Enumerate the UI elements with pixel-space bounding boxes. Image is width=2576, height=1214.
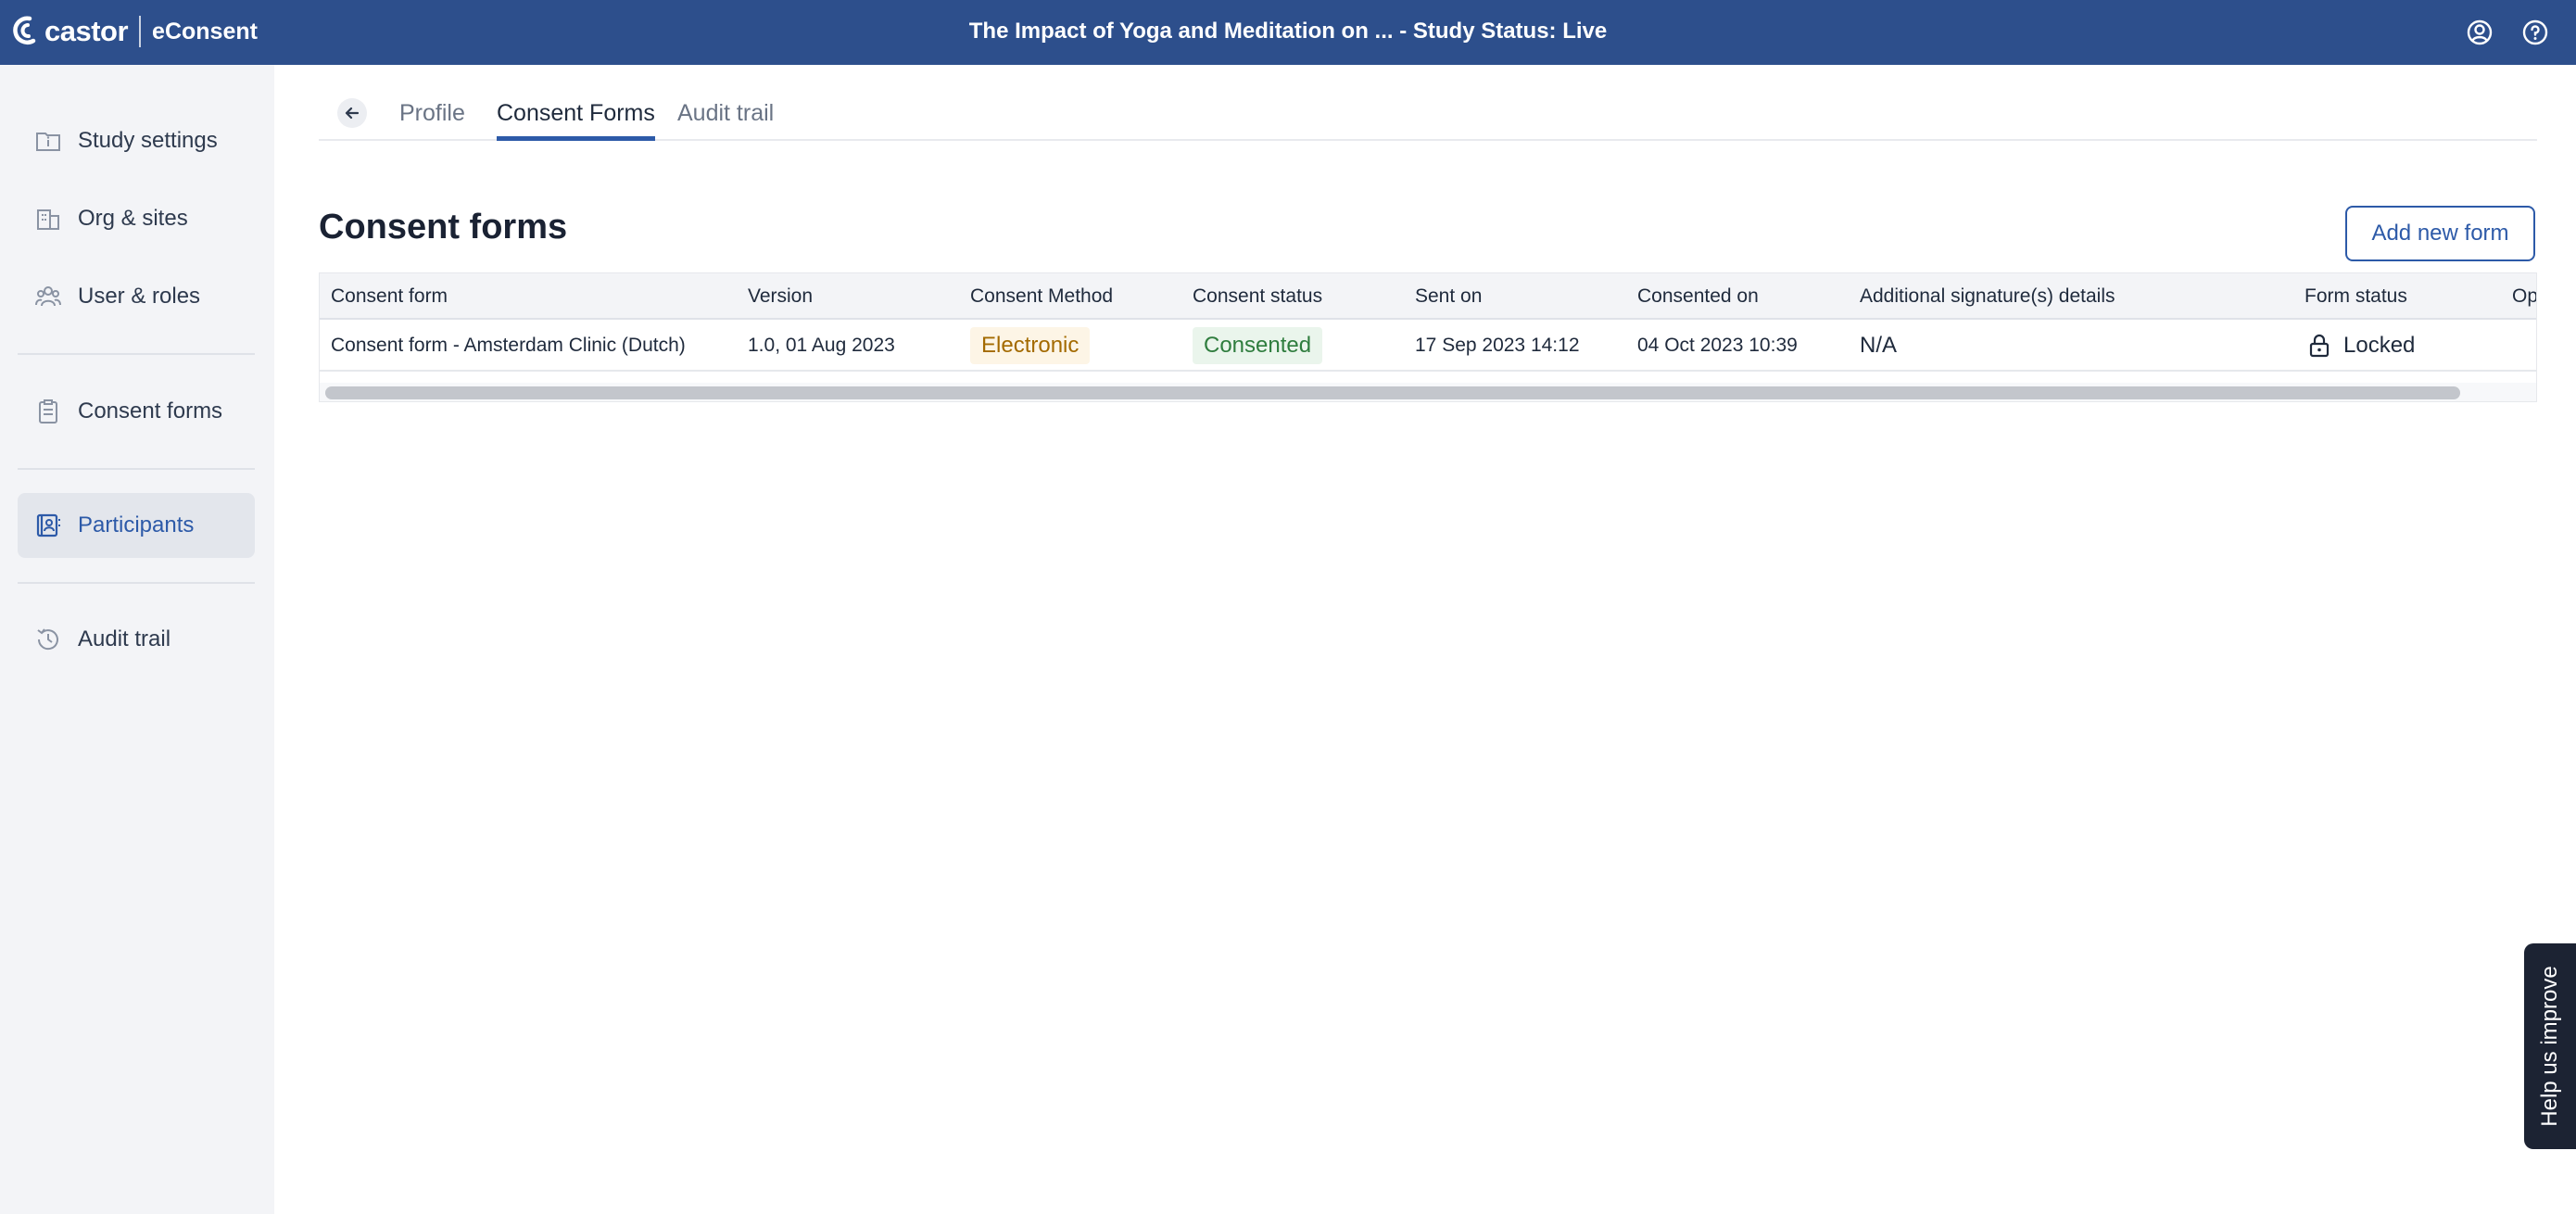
table-header: Consent form Version Consent Method Cons… xyxy=(320,273,2537,320)
sidebar-item-user-roles[interactable]: User & roles xyxy=(18,264,255,329)
column-header: Version xyxy=(748,285,814,307)
top-bar: castor eConsent The Impact of Yoga and M… xyxy=(0,0,2576,65)
participants-icon xyxy=(36,513,60,537)
folder-info-icon xyxy=(36,133,60,151)
help-circle-icon[interactable] xyxy=(2520,18,2550,47)
sidebar-item-org-sites[interactable]: Org & sites xyxy=(18,186,255,251)
castor-logo-icon xyxy=(13,16,36,44)
sidebar: Study settings Org & sites User & roles … xyxy=(0,65,274,1214)
building-icon xyxy=(37,209,59,230)
column-header: Consent Method xyxy=(970,285,1114,307)
add-new-form-button[interactable]: Add new form xyxy=(2345,206,2535,261)
sidebar-divider xyxy=(18,582,255,584)
tab-profile[interactable]: Profile xyxy=(399,100,465,141)
sidebar-item-label: Participants xyxy=(78,512,195,537)
sidebar-item-study-settings[interactable]: Study settings xyxy=(18,108,255,173)
cell-additional-signatures: N/A xyxy=(1860,333,1898,358)
column-header: Form status xyxy=(2305,285,2407,307)
sidebar-item-label: Consent forms xyxy=(78,398,223,424)
page-title: Consent forms xyxy=(319,208,568,247)
form-status-label: Locked xyxy=(2343,333,2416,358)
table-row[interactable]: Consent form - Amsterdam Clinic (Dutch) … xyxy=(320,320,2536,372)
cell-consent-status: Consented xyxy=(1193,320,1323,372)
column-header: Additional signature(s) details xyxy=(1860,285,2115,307)
column-header: Op xyxy=(2512,285,2537,307)
sidebar-item-label: User & roles xyxy=(78,284,201,309)
sidebar-divider xyxy=(18,468,255,470)
user-circle-icon[interactable] xyxy=(2465,18,2494,47)
history-icon xyxy=(37,628,58,651)
method-badge: Electronic xyxy=(970,327,1091,365)
cell-version: 1.0, 01 Aug 2023 xyxy=(748,335,895,356)
cell-consented-on: 04 Oct 2023 10:39 xyxy=(1637,335,1798,356)
column-header: Consent form xyxy=(331,285,448,307)
product-name: eConsent xyxy=(152,18,258,44)
clipboard-icon xyxy=(39,399,57,424)
sidebar-item-participants[interactable]: Participants xyxy=(18,493,255,558)
study-title: The Impact of Yoga and Meditation on ...… xyxy=(968,19,1608,44)
cell-consent-form[interactable]: Consent form - Amsterdam Clinic (Dutch) xyxy=(331,320,686,372)
cell-sent-on: 17 Sep 2023 14:12 xyxy=(1415,335,1580,356)
cell-form-status: Locked xyxy=(2308,320,2415,372)
scrollbar-thumb[interactable] xyxy=(325,386,2460,399)
sidebar-item-label: Audit trail xyxy=(78,626,171,651)
sidebar-item-audit-trail[interactable]: Audit trail xyxy=(18,607,255,672)
sidebar-item-label: Study settings xyxy=(78,128,218,153)
status-badge: Consented xyxy=(1193,327,1323,365)
tab-consent-forms[interactable]: Consent Forms xyxy=(497,100,655,141)
users-icon xyxy=(35,286,61,307)
horizontal-scrollbar[interactable] xyxy=(320,383,2536,401)
column-header: Consented on xyxy=(1637,285,1759,307)
sidebar-divider xyxy=(18,353,255,355)
arrow-left-icon xyxy=(345,107,360,120)
castor-logo[interactable]: castor eConsent xyxy=(11,13,258,50)
lock-icon xyxy=(2309,334,2330,358)
sidebar-item-consent-forms[interactable]: Consent forms xyxy=(18,379,255,444)
logo-divider xyxy=(139,16,142,47)
help-us-improve-label: Help us improve xyxy=(2537,966,2562,1127)
brand-name: castor xyxy=(44,15,129,47)
column-header: Sent on xyxy=(1415,285,1483,307)
participant-tabs: Profile Consent Forms Audit trail xyxy=(319,83,2537,141)
cell-consent-method: Electronic xyxy=(970,320,1091,372)
tab-audit-trail[interactable]: Audit trail xyxy=(677,100,774,141)
help-us-improve-button[interactable]: Help us improve xyxy=(2524,943,2576,1149)
sidebar-item-label: Org & sites xyxy=(78,206,188,231)
consent-forms-table: Consent form Version Consent Method Cons… xyxy=(319,272,2537,402)
back-button[interactable] xyxy=(337,98,367,128)
column-header: Consent status xyxy=(1193,285,1323,307)
